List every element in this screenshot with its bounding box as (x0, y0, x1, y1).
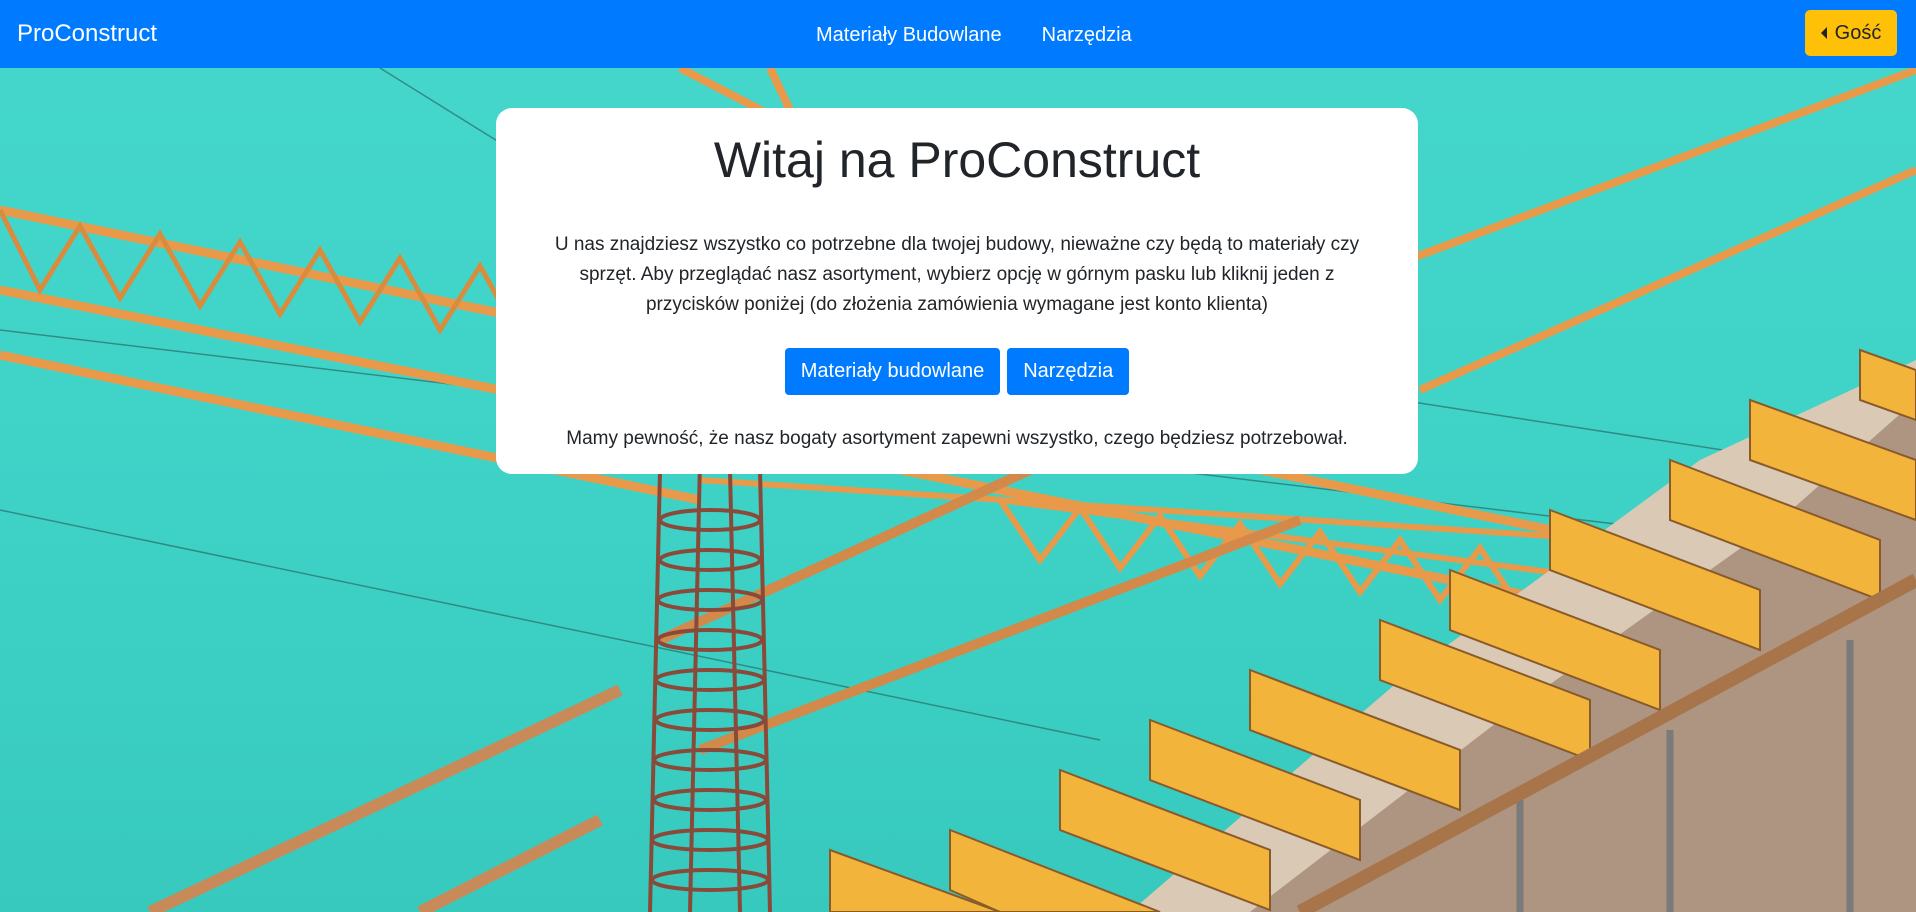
outro-text: Mamy pewność, że nasz bogaty asortyment … (566, 428, 1348, 449)
nav-link-materials[interactable]: Materiały Budowlane (816, 22, 1002, 48)
intro-text: U nas znajdziesz wszystko co potrzebne d… (554, 234, 1360, 315)
caret-left-icon (1820, 27, 1827, 39)
nav-links: Materiały Budowlane Narzędzia (816, 22, 1132, 48)
tools-button[interactable]: Narzędzia (1007, 348, 1130, 395)
welcome-card: Witaj na ProConstruct U nas znajdziesz w… (496, 108, 1418, 474)
nav-link-tools[interactable]: Narzędzia (1042, 22, 1132, 48)
navbar: ProConstruct Materiały Budowlane Narzędz… (0, 0, 1916, 68)
guest-dropdown-button[interactable]: Gość (1805, 10, 1897, 56)
materials-button[interactable]: Materiały budowlane (784, 348, 1001, 395)
guest-label: Gość (1834, 21, 1882, 44)
welcome-title: Witaj na ProConstruct (713, 132, 1201, 188)
category-buttons: Materiały budowlane Narzędzia (496, 348, 1418, 395)
brand-link[interactable]: ProConstruct (17, 19, 157, 49)
